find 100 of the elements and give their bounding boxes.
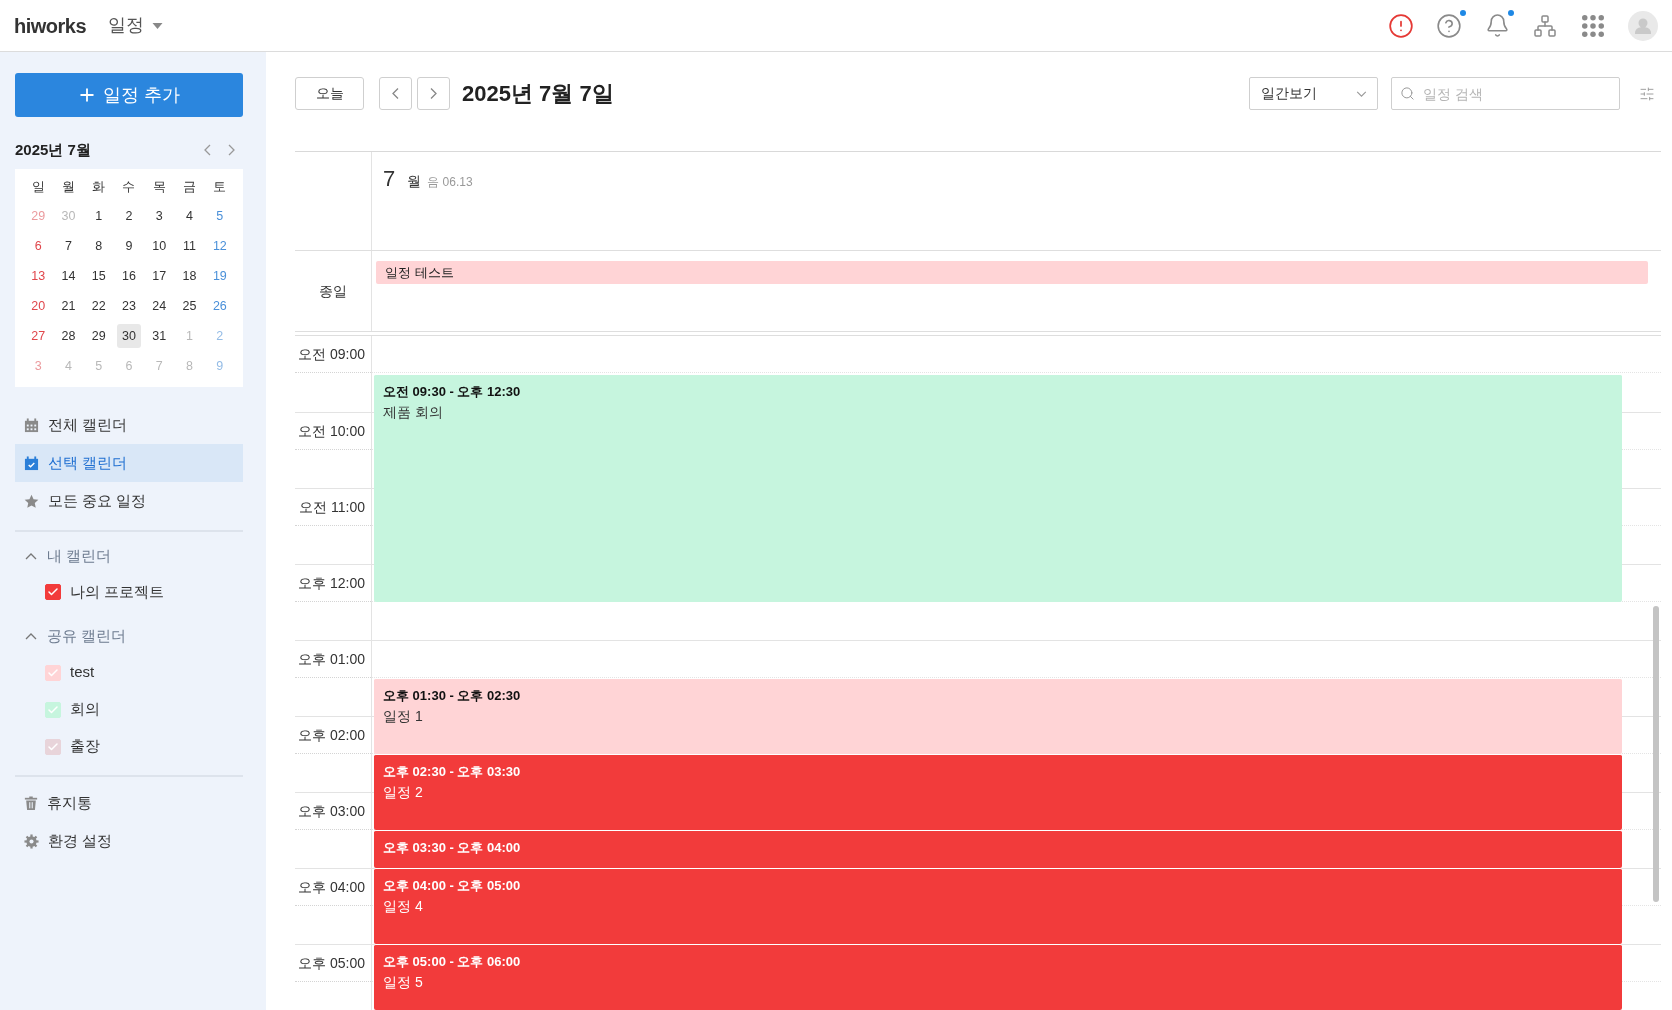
scrollbar-thumb[interactable] — [1653, 606, 1659, 902]
event-block[interactable]: 오후 02:30 - 오후 03:30 일정 2 — [374, 754, 1622, 830]
check-icon — [47, 666, 59, 679]
calendar-day[interactable]: 6 — [26, 234, 51, 258]
notification-icon[interactable] — [1484, 13, 1510, 38]
event-block[interactable]: 오후 05:00 - 오후 06:00 일정 5 — [374, 944, 1622, 1010]
calendar-day[interactable]: 3 — [147, 204, 172, 228]
calendar-day[interactable]: 7 — [56, 234, 81, 258]
help-icon[interactable] — [1436, 12, 1462, 39]
calendar-day[interactable]: 4 — [177, 204, 202, 228]
sidebar-nav-item[interactable]: 선택 캘린더 — [15, 444, 243, 482]
calendar-day[interactable]: 24 — [147, 294, 172, 318]
chevron-down-icon — [1356, 90, 1367, 97]
alert-icon[interactable] — [1388, 12, 1414, 39]
calendar-day[interactable]: 8 — [86, 234, 111, 258]
calendar-day[interactable]: 15 — [86, 264, 111, 288]
calendar-day[interactable]: 10 — [147, 234, 172, 258]
sidebar-nav-item[interactable]: 모든 중요 일정 — [15, 482, 243, 520]
calendar-day[interactable]: 25 — [177, 294, 202, 318]
chevron-up-icon — [25, 552, 37, 560]
calendar-section-header[interactable]: 공유 캘린더 — [15, 618, 127, 654]
event-title: 일정 5 — [383, 973, 424, 992]
event-block[interactable]: 오후 01:30 - 오후 02:30 일정 1 — [374, 678, 1622, 754]
chevron-up-icon — [25, 632, 37, 640]
settings-icon — [24, 833, 39, 849]
calendar-day[interactable]: 21 — [56, 294, 81, 318]
trash-icon — [24, 795, 38, 811]
chevron-right-icon — [430, 87, 437, 100]
calendar-day[interactable]: 28 — [56, 324, 81, 348]
weekday-label: 화 — [91, 178, 107, 197]
calendar-day[interactable]: 27 — [26, 324, 51, 348]
time-label: 오후 05:00 — [298, 953, 365, 973]
calendar-day[interactable]: 2 — [117, 204, 141, 228]
event-block[interactable]: 오후 03:30 - 오후 04:00 — [374, 830, 1622, 868]
time-label: 오후 02:00 — [298, 725, 365, 745]
calendar-day[interactable]: 30 — [117, 324, 141, 348]
view-select[interactable]: 일간보기 — [1249, 77, 1378, 110]
calendar-check-icon — [24, 455, 39, 471]
calendar-checkbox[interactable] — [45, 584, 61, 600]
lunar-date: 음 06.13 — [427, 174, 473, 191]
all-day-label: 종일 — [319, 281, 347, 301]
apps-grid-icon[interactable] — [1582, 14, 1604, 37]
calendar-day[interactable]: 9 — [117, 234, 141, 258]
calendar-day[interactable]: 5 — [207, 204, 232, 228]
calendar-section-header[interactable]: 내 캘린더 — [15, 538, 112, 574]
today-button[interactable]: 오늘 — [295, 77, 364, 110]
calendar-day[interactable]: 23 — [117, 294, 141, 318]
event-block[interactable]: 오전 09:30 - 오후 12:30 제품 회의 — [374, 374, 1622, 602]
calendar-name[interactable]: 회의 — [70, 698, 100, 721]
calendar-day[interactable]: 18 — [177, 264, 202, 288]
event-time: 오후 01:30 - 오후 02:30 — [383, 687, 522, 705]
search-field[interactable]: 일정 검색 — [1391, 77, 1620, 110]
calendar-name[interactable]: test — [70, 661, 95, 684]
calendar-day[interactable]: 12 — [207, 234, 232, 258]
filter-settings-icon[interactable] — [1639, 85, 1655, 102]
all-day-event[interactable]: 일정 테스트 — [376, 261, 1648, 284]
date-title: 2025년 7월 7일 — [462, 80, 614, 108]
caret-icon — [152, 22, 164, 29]
event-title: 일정 4 — [383, 897, 424, 916]
calendar-day[interactable]: 31 — [147, 324, 172, 348]
weekday-name: 월 — [407, 172, 422, 191]
check-icon — [47, 586, 59, 598]
calendar-day[interactable]: 19 — [207, 264, 232, 288]
event-time: 오후 04:00 - 오후 05:00 — [383, 877, 522, 895]
calendar-name[interactable]: 나의 프로젝트 — [70, 580, 165, 604]
event-time: 오후 05:00 - 오후 06:00 — [383, 953, 522, 971]
app-logo[interactable]: hiworks — [14, 10, 87, 41]
calendar-icon — [24, 417, 39, 433]
calendar-day[interactable]: 29 — [86, 324, 111, 348]
chevron-left-icon — [392, 87, 399, 100]
avatar-icon[interactable] — [1628, 10, 1658, 41]
sidebar-link[interactable]: 휴지통 — [15, 784, 243, 822]
weekday-label: 목 — [151, 178, 167, 197]
calendar-day[interactable]: 13 — [26, 264, 51, 288]
calendar-day[interactable]: 16 — [117, 264, 141, 288]
calendar-day[interactable]: 22 — [86, 294, 111, 318]
next-day-button[interactable] — [417, 77, 450, 110]
event-title: 일정 2 — [383, 783, 424, 802]
add-event-button[interactable]: 일정 추가 — [15, 73, 243, 117]
calendar-name[interactable]: 출장 — [70, 735, 100, 758]
time-label: 오전 11:00 — [299, 497, 365, 517]
day-number: 7 — [383, 165, 396, 193]
org-chart-icon[interactable] — [1533, 13, 1557, 38]
calendar-day[interactable]: 1 — [86, 204, 111, 228]
check-icon — [47, 740, 59, 753]
previous-day-button[interactable] — [379, 77, 412, 110]
chevron-left-icon — [203, 144, 211, 156]
calendar-day[interactable]: 17 — [147, 264, 172, 288]
time-label: 오후 03:00 — [298, 801, 365, 821]
calendar-day[interactable]: 14 — [56, 264, 81, 288]
search-icon — [1400, 86, 1415, 101]
sidebar-link[interactable]: 환경 설정 — [15, 822, 243, 860]
event-block[interactable]: 오후 04:00 - 오후 05:00 일정 4 — [374, 868, 1622, 944]
calendar-day[interactable]: 11 — [177, 234, 202, 258]
time-label: 오후 12:00 — [298, 573, 365, 593]
calendar-day[interactable]: 20 — [26, 294, 51, 318]
sidebar-nav-item[interactable]: 전체 캘린더 — [15, 406, 243, 444]
weekday-label: 월 — [60, 178, 76, 197]
app-menu[interactable]: 일정 — [108, 12, 164, 39]
star-icon — [24, 493, 39, 509]
